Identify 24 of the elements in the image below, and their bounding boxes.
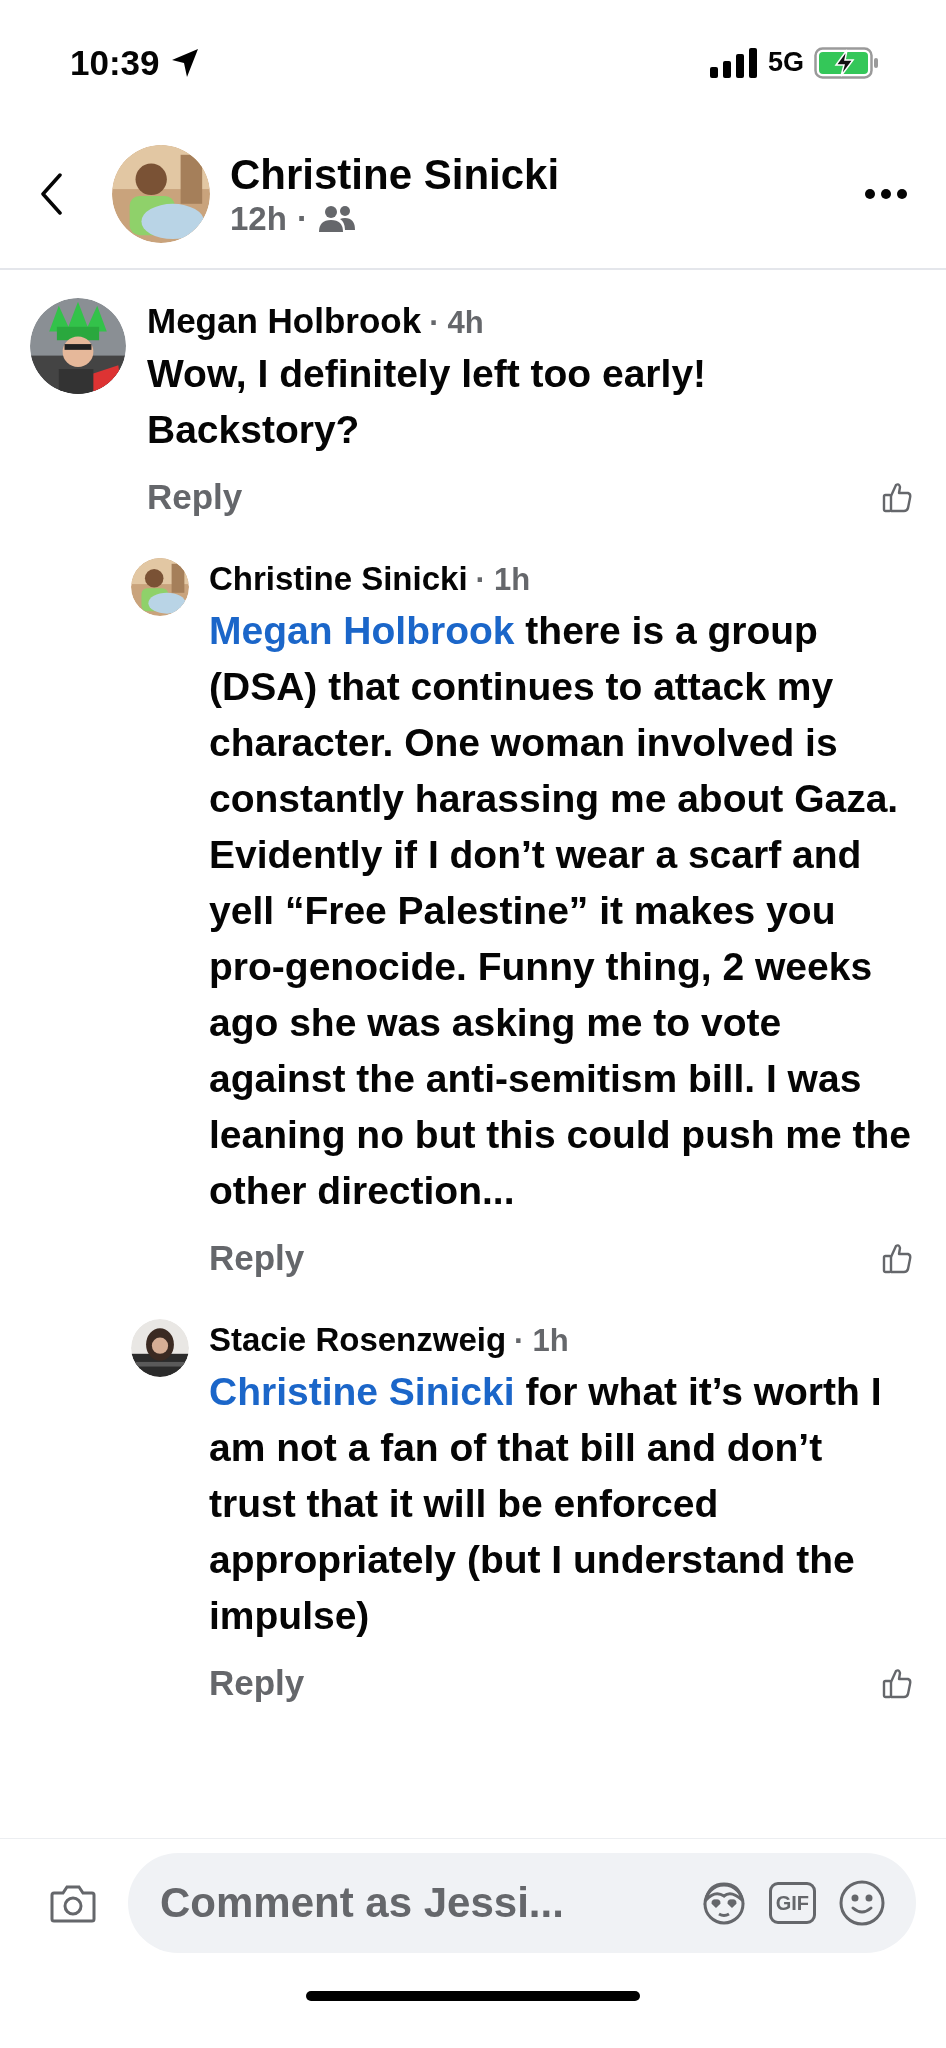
comment-time: 4h: [447, 304, 484, 342]
network-label: 5G: [767, 47, 804, 78]
comment-time: 1h: [532, 1322, 569, 1360]
reply-link[interactable]: Reply: [147, 477, 243, 517]
commenter-name[interactable]: Megan Holbrook: [147, 298, 422, 344]
mention-link[interactable]: Megan Holbrook: [209, 609, 515, 652]
comment-time: 1h: [493, 561, 531, 599]
reply-link[interactable]: Reply: [209, 1663, 305, 1703]
comment-input-field[interactable]: Comment as Jessi... GIF: [128, 1853, 916, 1953]
comment-text: Wow, I definitely left too early! Backstory?: [147, 351, 708, 453]
post-time: 12h: [230, 199, 287, 238]
separator-dot: ·: [514, 1322, 525, 1360]
gif-button[interactable]: GIF: [768, 1882, 816, 1924]
comment-text: Christine Sinicki for what it’s worth I am not a fan of that bill and don’t trust that it will be enforced appropriately (but I understand the impulse): [209, 1369, 883, 1639]
commenter-name[interactable]: Stacie Rosenzweig: [209, 1317, 507, 1363]
separator-dot: ·: [429, 304, 440, 342]
reply-link[interactable]: Reply: [209, 1238, 305, 1278]
status-time: 10:39: [70, 42, 160, 83]
commenter-name[interactable]: Christine Sinicki: [209, 556, 468, 602]
mention-link[interactable]: Christine Sinicki: [209, 1370, 515, 1413]
comment-text: Megan Holbrook there is a group (DSA) that continues to attack my character. One woman involved is constantly harassing me about Gaza. Evidently if I don’t wear a scarf and yell “Free Palestine” it makes you pro-genocide. Funny thing, 2 weeks ago she was asking me to vote against the anti-semitism bill. I was leaning no but this could push me the other direction...: [209, 608, 912, 1214]
separator-dot: ·: [296, 199, 308, 238]
separator-dot: ·: [475, 561, 486, 599]
post-author-name[interactable]: Christine Sinicki: [230, 149, 860, 200]
